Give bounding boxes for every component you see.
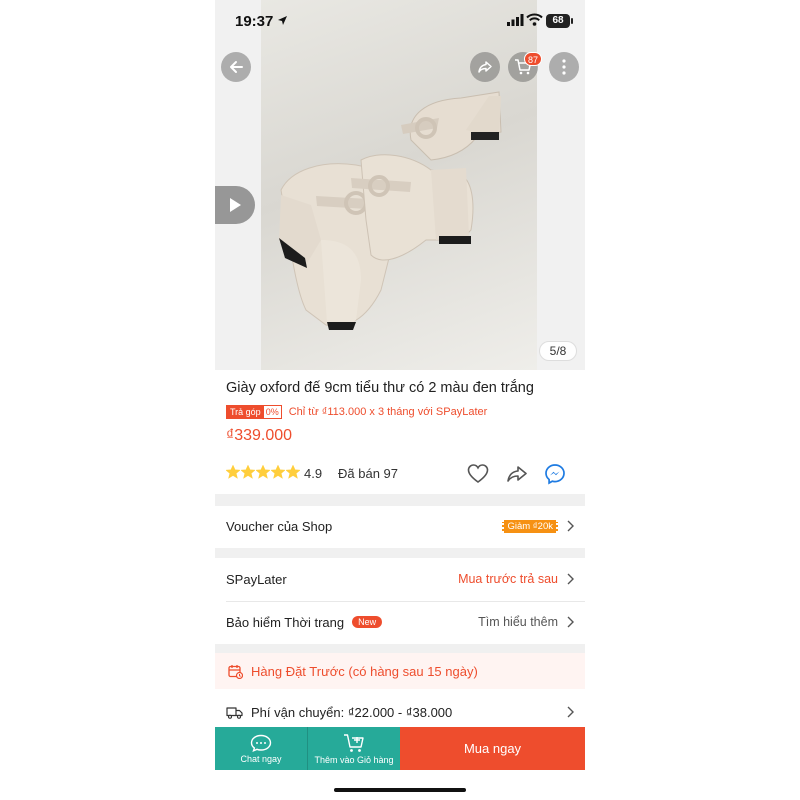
chevron-right-icon — [567, 573, 574, 585]
add-cart-icon — [344, 733, 364, 752]
more-vertical-icon — [562, 59, 566, 75]
rating-stars — [226, 465, 300, 479]
image-counter: 5/8 — [539, 341, 577, 361]
new-badge: New — [352, 616, 383, 628]
calendar-clock-icon — [228, 664, 243, 679]
insurance-label: Bảo hiểm Thời trang — [226, 614, 345, 630]
location-arrow-icon — [278, 16, 287, 25]
share-product-button[interactable] — [506, 463, 528, 485]
status-time: 19:37 — [235, 13, 274, 30]
home-indicator — [334, 788, 466, 792]
star-icon — [271, 465, 285, 479]
voucher-tag: Giảm ₫20k — [502, 519, 558, 533]
messenger-icon — [545, 464, 565, 485]
installment-tag-rate: 0% — [263, 405, 281, 418]
heart-icon — [467, 464, 489, 483]
buy-now-button[interactable]: Mua ngay — [400, 727, 585, 770]
star-icon — [286, 465, 300, 479]
installment-tag: Trả góp 0% — [226, 404, 282, 419]
star-icon — [241, 465, 255, 479]
status-bar: 19:37 68 — [215, 0, 585, 44]
chevron-right-icon — [567, 616, 574, 628]
spaylater-row[interactable]: SPayLater Mua trước trả sau — [215, 559, 585, 599]
truck-icon — [226, 706, 243, 719]
share-button[interactable] — [470, 52, 500, 82]
chat-now-button[interactable]: Chat ngay — [215, 727, 307, 770]
shipping-fee-text: Phí vận chuyển: ₫22.000 - ₫38.000 — [251, 704, 453, 720]
section-divider — [215, 548, 585, 558]
star-icon — [256, 465, 270, 479]
chevron-right-icon — [567, 706, 574, 718]
arrow-left-icon — [230, 61, 243, 73]
insurance-action: Tìm hiểu thêm — [478, 615, 558, 629]
like-button[interactable] — [467, 463, 489, 485]
section-divider — [215, 494, 585, 506]
play-icon — [230, 198, 241, 212]
shop-voucher-row[interactable]: Voucher của Shop Giảm ₫20k — [215, 506, 585, 546]
chevron-right-icon — [567, 520, 574, 532]
more-button[interactable] — [549, 52, 579, 82]
installment-tag-label: Trả góp — [227, 405, 264, 418]
section-divider — [215, 644, 585, 653]
shipping-row[interactable]: Phí vận chuyển: ₫22.000 - ₫38.000 — [215, 694, 585, 730]
shop-voucher-label: Voucher của Shop — [226, 518, 333, 534]
bottom-action-bar: Chat ngay Thêm vào Giỏ hàng Mua ngay — [215, 727, 585, 770]
battery-indicator: 68 — [546, 14, 570, 28]
add-to-cart-label: Thêm vào Giỏ hàng — [314, 754, 394, 765]
preorder-notice: Hàng Đặt Trước (có hàng sau 15 ngày) — [215, 653, 585, 689]
battery-tip — [571, 18, 573, 24]
spaylater-label: SPayLater — [226, 571, 287, 587]
wifi-icon — [526, 13, 543, 26]
star-icon — [226, 465, 240, 479]
spaylater-action: Mua trước trả sau — [458, 572, 558, 586]
cart-count-badge: 87 — [524, 52, 543, 66]
installment-info[interactable]: Trả góp 0% Chỉ từ ₫113.000 x 3 tháng với… — [226, 404, 487, 419]
product-screen: 87 5/8 19:37 68 Giày oxford đế 9cm tiểu … — [215, 0, 585, 800]
add-to-cart-button[interactable]: Thêm vào Giỏ hàng — [307, 727, 400, 770]
preorder-text: Hàng Đặt Trước (có hàng sau 15 ngày) — [251, 663, 478, 679]
cellular-signal-icon — [507, 14, 524, 26]
back-button[interactable] — [221, 52, 251, 82]
installment-text: Chỉ từ ₫113.000 x 3 tháng với SPayLater — [288, 405, 488, 418]
chat-now-label: Chat ngay — [240, 753, 282, 764]
play-video-button[interactable] — [215, 186, 255, 224]
product-image-carousel[interactable]: 87 5/8 — [215, 0, 585, 370]
share-icon — [478, 61, 492, 73]
chat-bubble-icon — [250, 734, 272, 752]
sold-count: Đã bán 97 — [338, 466, 398, 481]
product-price: ₫339.000 — [226, 427, 293, 444]
insurance-row[interactable]: Bảo hiểm Thời trang New Tìm hiểu thêm — [215, 602, 585, 642]
share-arrow-icon — [507, 466, 527, 482]
product-title: Giày oxford đế 9cm tiểu thư có 2 màu đen… — [226, 380, 534, 396]
messenger-share-button[interactable] — [544, 463, 566, 485]
rating-row: 4.9 Đã bán 97 — [226, 463, 576, 485]
rating-value: 4.9 — [304, 466, 323, 481]
